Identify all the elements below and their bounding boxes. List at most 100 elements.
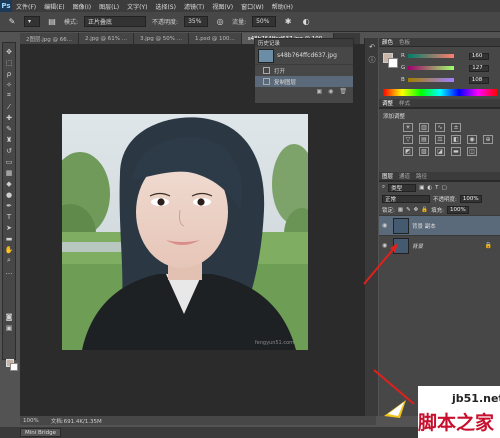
healing-brush-tool-icon[interactable]: ✚ xyxy=(4,113,14,122)
lock-all-icon[interactable]: 🔒 xyxy=(421,207,428,213)
visibility-eye-icon[interactable]: ◉ xyxy=(382,242,390,249)
quick-select-tool-icon[interactable]: ✧ xyxy=(4,80,14,89)
invert-icon[interactable]: ◩ xyxy=(403,147,413,156)
opacity-input[interactable]: 35% xyxy=(184,16,209,27)
gradient-tool-icon[interactable]: ▦ xyxy=(4,168,14,177)
history-snapshot[interactable]: s48b764ffcd637.jpg xyxy=(255,47,353,65)
shape-tool-icon[interactable]: ▬ xyxy=(4,234,14,243)
zoom-tool-icon[interactable]: ⌕ xyxy=(4,256,14,265)
tab-adjustments[interactable]: 调整 xyxy=(382,99,393,107)
filter-adjustment-icon[interactable]: ◐ xyxy=(427,185,432,191)
dodge-tool-icon[interactable]: ● xyxy=(4,190,14,199)
pressure-size-icon[interactable]: ◐ xyxy=(300,16,312,28)
curves-icon[interactable]: ∿ xyxy=(435,123,445,132)
tab-paths[interactable]: 路径 xyxy=(416,172,427,180)
black-white-icon[interactable]: ◧ xyxy=(451,135,461,144)
color-balance-icon[interactable]: ⚖ xyxy=(435,135,445,144)
zoom-level[interactable]: 100% xyxy=(23,418,39,424)
menu-layer[interactable]: 图层(L) xyxy=(95,2,123,11)
clone-stamp-tool-icon[interactable]: ♜ xyxy=(4,135,14,144)
lock-brush-icon[interactable]: ✎ xyxy=(406,207,411,213)
tab-swatches[interactable]: 色板 xyxy=(399,38,410,46)
layer-filter-select[interactable]: 类型 xyxy=(388,183,417,192)
menu-file[interactable]: 文件(F) xyxy=(12,2,40,11)
filter-pixel-icon[interactable]: ▣ xyxy=(419,185,424,191)
brightness-contrast-icon[interactable]: ☀ xyxy=(403,123,413,132)
history-panel-icon[interactable]: ↶ xyxy=(367,42,377,51)
green-slider[interactable] xyxy=(408,66,455,70)
new-document-from-state-icon[interactable]: ▣ xyxy=(316,88,322,95)
menu-image[interactable]: 图像(I) xyxy=(69,2,95,11)
brush-tool-preset-icon[interactable]: ✎ xyxy=(6,16,18,28)
layer-opacity-input[interactable]: 100% xyxy=(459,194,482,203)
menu-help[interactable]: 帮助(H) xyxy=(268,2,297,11)
levels-icon[interactable]: ▥ xyxy=(419,123,429,132)
lasso-tool-icon[interactable]: ρ xyxy=(4,69,14,78)
gradient-map-icon[interactable]: ▬ xyxy=(451,147,461,156)
pressure-opacity-icon[interactable]: ◎ xyxy=(214,16,226,28)
tab-document-3[interactable]: 3.jpg @ 50% ... xyxy=(133,33,189,44)
hue-saturation-icon[interactable]: ▤ xyxy=(419,135,429,144)
mode-select[interactable]: 正片叠底 xyxy=(84,16,147,27)
tab-channels[interactable]: 通道 xyxy=(399,172,410,180)
marquee-tool-icon[interactable]: ⬚ xyxy=(4,58,14,67)
brush-size-picker[interactable]: ▾ xyxy=(24,16,40,27)
history-brush-tool-icon[interactable]: ↺ xyxy=(4,146,14,155)
blue-value[interactable]: 108 xyxy=(468,76,489,84)
lock-transparent-icon[interactable]: ▦ xyxy=(398,207,403,213)
filter-type-icon[interactable]: T xyxy=(435,185,438,191)
menu-type[interactable]: 文字(Y) xyxy=(123,2,151,11)
properties-panel-icon[interactable]: ⓘ xyxy=(367,55,377,64)
quick-mask-icon[interactable]: ◙ xyxy=(4,312,14,321)
crop-tool-icon[interactable]: ⌗ xyxy=(4,91,14,100)
new-snapshot-icon[interactable]: ◉ xyxy=(328,88,333,95)
selective-color-icon[interactable]: ◫ xyxy=(467,147,477,156)
menu-view[interactable]: 视图(V) xyxy=(208,2,237,11)
pen-tool-icon[interactable]: ✒ xyxy=(4,201,14,210)
menu-select[interactable]: 选择(S) xyxy=(151,2,180,11)
tab-document-4[interactable]: 1.psd @ 100... xyxy=(188,33,242,44)
brush-panel-icon[interactable]: ▤ xyxy=(46,16,58,28)
delete-state-icon[interactable]: 🗑 xyxy=(339,88,347,95)
layer-row-background[interactable]: ◉ 背景 🔒 xyxy=(379,235,500,255)
flow-input[interactable]: 50% xyxy=(252,16,277,27)
history-item-duplicate-layer[interactable]: 复制图层 xyxy=(255,76,353,87)
threshold-icon[interactable]: ◪ xyxy=(435,147,445,156)
path-selection-tool-icon[interactable]: ➤ xyxy=(4,223,14,232)
tab-document-1[interactable]: 2图层.jpg @ 66... xyxy=(20,33,79,44)
red-value[interactable]: 160 xyxy=(468,52,489,60)
exposure-icon[interactable]: ± xyxy=(451,123,461,132)
eyedropper-tool-icon[interactable]: ⁄ xyxy=(4,102,14,111)
screen-mode-icon[interactable]: ▣ xyxy=(4,323,14,332)
red-slider[interactable] xyxy=(407,54,454,58)
blue-slider[interactable] xyxy=(407,78,454,82)
brush-tool-icon[interactable]: ✎ xyxy=(4,124,14,133)
history-item-open[interactable]: 打开 xyxy=(255,65,353,76)
channel-mixer-icon[interactable]: ⊕ xyxy=(483,135,493,144)
vibrance-icon[interactable]: ▽ xyxy=(403,135,413,144)
menu-filter[interactable]: 滤镜(T) xyxy=(180,2,208,11)
menu-window[interactable]: 窗口(W) xyxy=(237,2,268,11)
tab-document-2[interactable]: 2.jpg @ 61% ... xyxy=(79,33,134,44)
more-tools-icon[interactable]: … xyxy=(4,267,14,276)
visibility-eye-icon[interactable]: ◉ xyxy=(382,222,390,229)
blend-mode-select[interactable]: 正常 xyxy=(382,194,430,203)
background-color-chip[interactable] xyxy=(388,58,398,68)
layer-row-background-copy[interactable]: ◉ 背景 副本 xyxy=(379,215,500,235)
airbrush-icon[interactable]: ✱ xyxy=(282,16,294,28)
type-tool-icon[interactable]: T xyxy=(4,212,14,221)
filter-shape-icon[interactable]: ▢ xyxy=(441,185,446,191)
mini-bridge-tab[interactable]: Mini Bridge xyxy=(20,428,61,437)
posterize-icon[interactable]: ▨ xyxy=(419,147,429,156)
menu-edit[interactable]: 编辑(E) xyxy=(40,2,68,11)
eraser-tool-icon[interactable]: ▭ xyxy=(4,157,14,166)
hand-tool-icon[interactable]: ✋ xyxy=(4,245,14,254)
blur-tool-icon[interactable]: ◆ xyxy=(4,179,14,188)
tab-layers[interactable]: 图层 xyxy=(382,172,393,180)
photo-filter-icon[interactable]: ◉ xyxy=(467,135,477,144)
green-value[interactable]: 127 xyxy=(469,64,490,72)
background-color-swatch[interactable] xyxy=(10,363,18,371)
move-tool-icon[interactable]: ✥ xyxy=(4,47,14,56)
tab-color[interactable]: 颜色 xyxy=(382,38,393,46)
tab-styles[interactable]: 样式 xyxy=(399,99,410,107)
